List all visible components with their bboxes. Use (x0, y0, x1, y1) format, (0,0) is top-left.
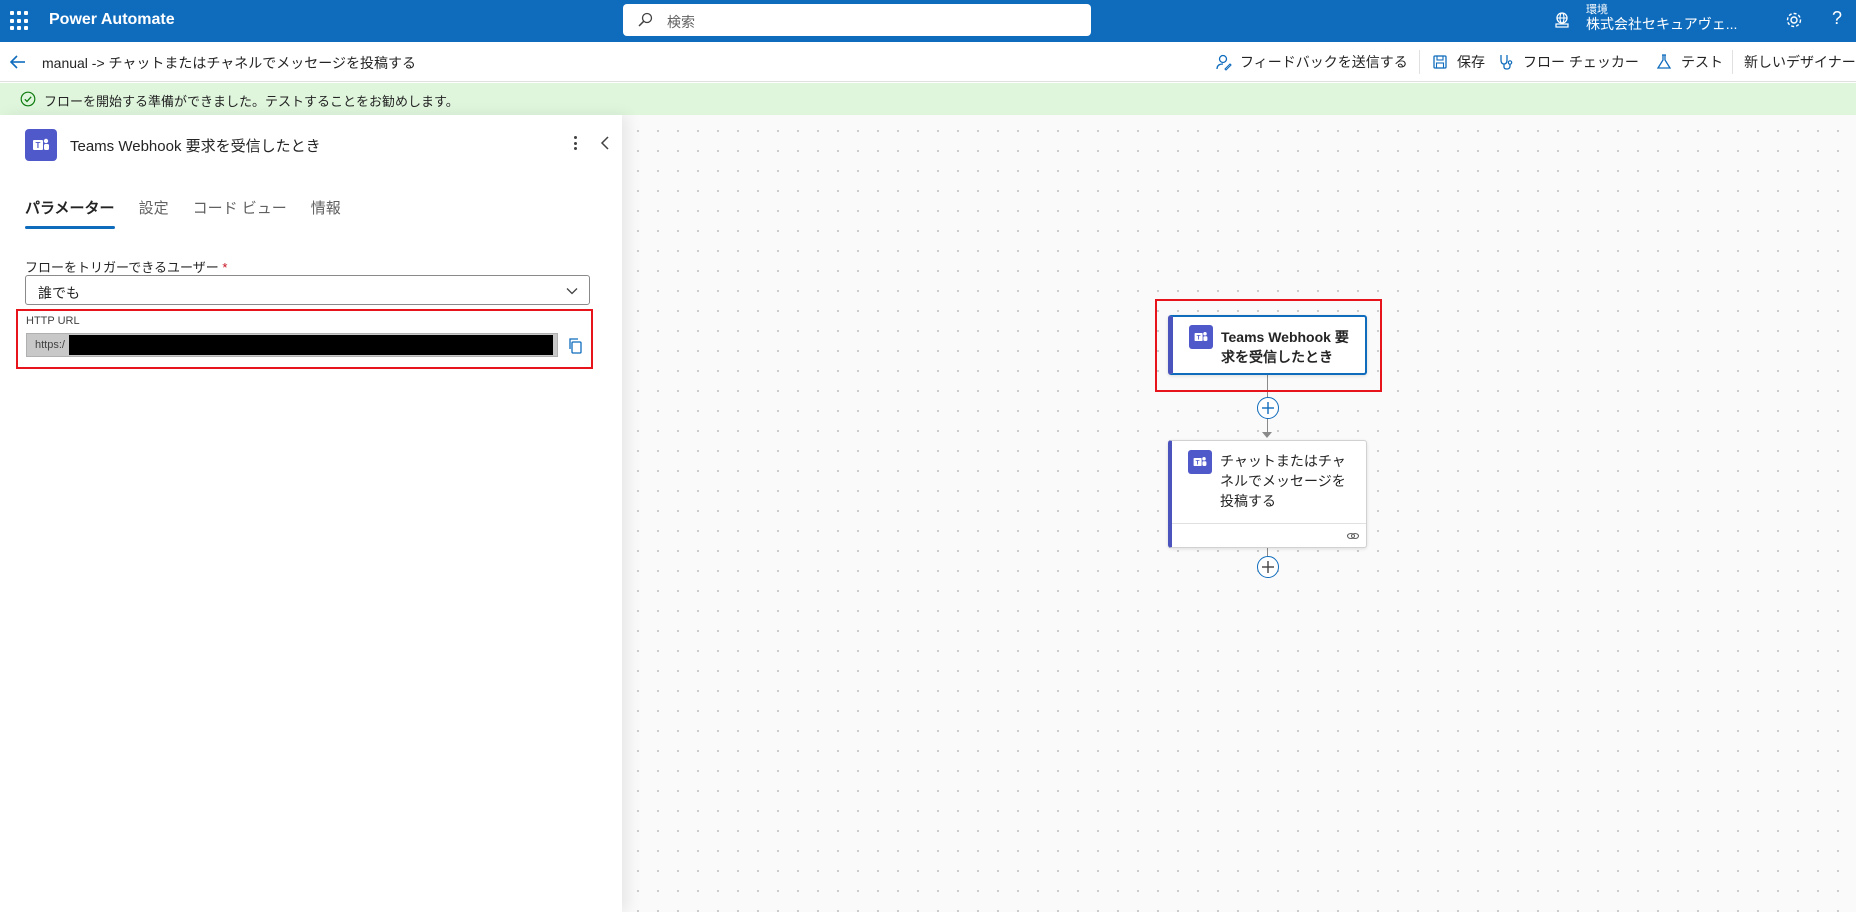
link-icon[interactable] (1346, 529, 1360, 543)
tab-settings[interactable]: 設定 (139, 197, 169, 229)
collapse-panel-icon[interactable] (598, 134, 612, 152)
panel-tabs: パラメーター 設定 コード ビュー 情報 (25, 197, 341, 229)
more-options-icon[interactable] (572, 133, 578, 153)
save-label: 保存 (1457, 54, 1485, 70)
status-banner: フローを開始する準備ができました。テストすることをお勧めします。 (0, 83, 1856, 115)
connector-arrow-icon (1262, 432, 1272, 438)
new-designer-label: 新しいデザイナー (1744, 54, 1856, 70)
test-label: テスト (1681, 54, 1723, 70)
gear-icon[interactable] (1784, 10, 1804, 30)
breadcrumb: manual -> チャットまたはチャネルでメッセージを投稿する (42, 55, 416, 71)
divider (1732, 50, 1733, 74)
trigger-users-dropdown[interactable]: 誰でも (25, 275, 590, 305)
app-launcher-icon[interactable] (10, 11, 30, 31)
plus-icon (1262, 561, 1274, 573)
top-bar: Power Automate 検索 環境 株式会社セキュアヴェ... ? (0, 0, 1856, 42)
add-step-button[interactable] (1257, 397, 1279, 419)
search-input[interactable]: 検索 (667, 12, 695, 32)
http-url-field[interactable]: https:/ (26, 333, 558, 357)
svg-text:T: T (1197, 334, 1201, 341)
new-designer-toggle[interactable]: 新しいデザイナー (1744, 52, 1856, 72)
action-node-title: チャットまたはチャネルでメッセージを投稿する (1220, 453, 1346, 509)
stethoscope-icon (1500, 55, 1513, 70)
trigger-node-title: Teams Webhook 要求を受信したとき (1221, 329, 1349, 365)
add-step-button[interactable] (1257, 556, 1279, 578)
feedback-icon (1216, 54, 1232, 71)
help-icon[interactable]: ? (1832, 8, 1842, 29)
svg-text:T: T (1196, 459, 1200, 466)
save-button[interactable]: 保存 (1431, 52, 1485, 72)
teams-icon: T (25, 129, 57, 161)
feedback-button[interactable]: フィードバックを送信する (1214, 52, 1408, 72)
flow-checker-label: フロー チェッカー (1523, 54, 1639, 70)
flask-icon (1656, 54, 1672, 69)
search-box[interactable]: 検索 (623, 4, 1091, 36)
command-bar: manual -> チャットまたはチャネルでメッセージを投稿する フィードバック… (0, 42, 1856, 82)
divider (1419, 50, 1420, 74)
required-mark: * (222, 260, 228, 275)
app-title[interactable]: Power Automate (49, 11, 175, 29)
save-icon (1433, 55, 1447, 69)
redaction-block (69, 335, 553, 355)
back-arrow-icon[interactable] (8, 52, 28, 72)
trigger-node[interactable]: T Teams Webhook 要求を受信したとき (1168, 315, 1367, 375)
svg-text:T: T (36, 141, 41, 150)
trigger-users-label: フローをトリガーできるユーザー * (25, 260, 228, 275)
chevron-down-icon (566, 288, 578, 295)
flow-checker-button[interactable]: フロー チェッカー (1497, 52, 1639, 72)
http-url-label: HTTP URL (26, 315, 80, 327)
panel-title: Teams Webhook 要求を受信したとき (70, 138, 321, 155)
http-url-highlight: HTTP URL https:/ (16, 309, 593, 369)
feedback-label: フィードバックを送信する (1240, 54, 1408, 70)
environment-icon[interactable] (1553, 11, 1571, 29)
action-node-footer (1172, 523, 1366, 547)
plus-icon (1262, 402, 1274, 414)
copy-icon[interactable] (567, 337, 583, 354)
environment-name[interactable]: 株式会社セキュアヴェ... (1586, 14, 1737, 34)
teams-icon: T (1188, 450, 1212, 474)
tab-code-view[interactable]: コード ビュー (193, 197, 287, 229)
search-icon (638, 12, 653, 27)
tab-parameters[interactable]: パラメーター (25, 197, 115, 229)
success-check-icon (20, 91, 36, 107)
action-node[interactable]: T チャットまたはチャネルでメッセージを投稿する (1168, 440, 1367, 548)
trigger-users-value: 誰でも (38, 285, 80, 301)
test-button[interactable]: テスト (1655, 52, 1723, 72)
http-url-value: https:/ (35, 339, 65, 351)
teams-icon: T (1189, 325, 1213, 349)
details-panel: T Teams Webhook 要求を受信したとき パラメーター 設定 コード … (0, 115, 622, 912)
banner-message: フローを開始する準備ができました。テストすることをお勧めします。 (44, 94, 459, 109)
tab-info[interactable]: 情報 (311, 197, 341, 229)
